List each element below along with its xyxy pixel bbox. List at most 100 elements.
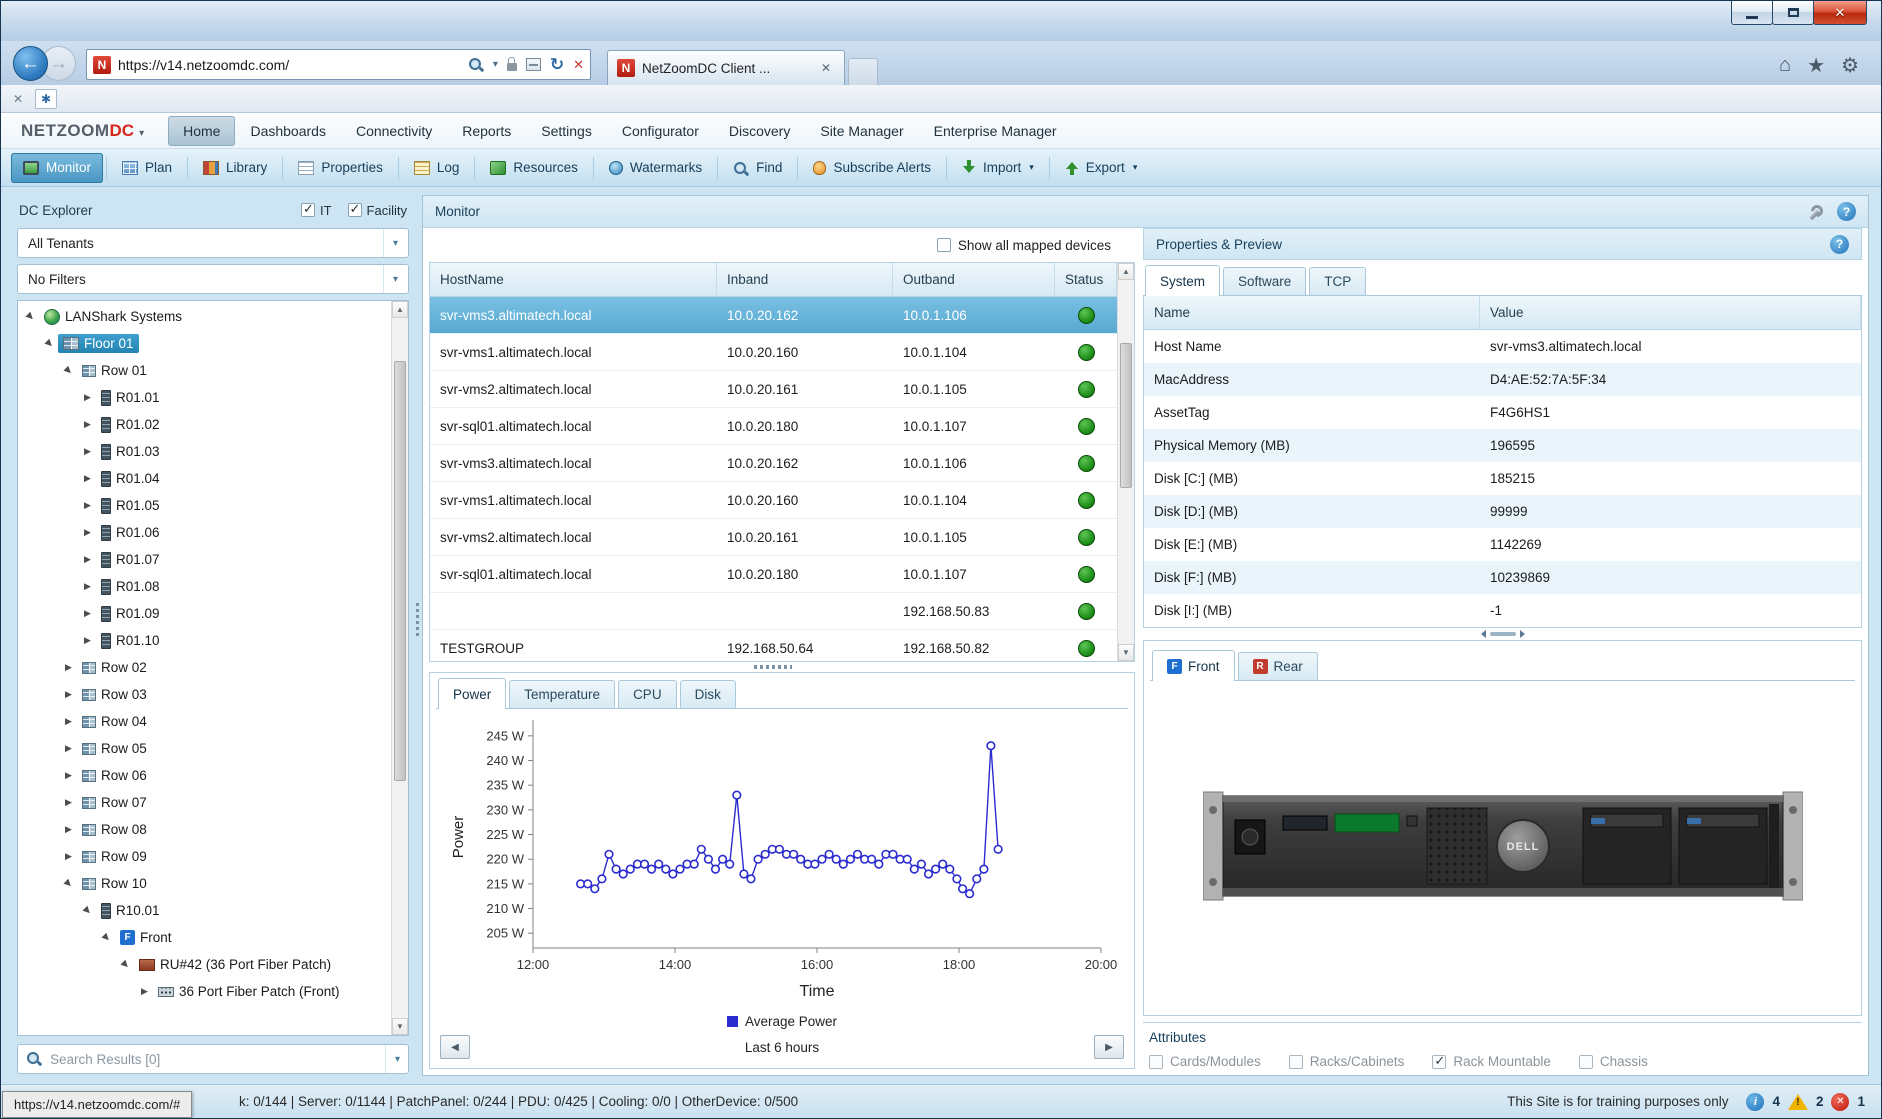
checkbox-icon[interactable] (1432, 1055, 1446, 1069)
tab-power[interactable]: Power (438, 678, 506, 709)
window-titlebar[interactable]: ✕ (1, 1, 1881, 41)
warning-icon[interactable]: ! (1788, 1093, 1808, 1111)
show-all-mapped-checkbox[interactable]: Show all mapped devices (937, 238, 1111, 253)
monitor-help-icon[interactable]: ? (1837, 202, 1856, 221)
tree-item-row-04[interactable]: ▶Row 04 (18, 708, 391, 735)
tree-item-r01-09[interactable]: ▶R01.09 (18, 600, 391, 627)
expanded-arrow-icon[interactable]: ▶ (59, 874, 79, 894)
chart-prev-button[interactable]: ◀ (440, 1035, 470, 1059)
menu-item-configurator[interactable]: Configurator (607, 116, 714, 146)
device-row-svr-vms1-altimatech-local[interactable]: svr-vms1.altimatech.local10.0.20.16010.0… (430, 334, 1117, 371)
property-row-disk-d-mb[interactable]: Disk [D:] (MB)99999 (1144, 495, 1861, 528)
chart-next-button[interactable]: ▶ (1094, 1035, 1124, 1059)
property-row-physical-memory-mb[interactable]: Physical Memory (MB)196595 (1144, 429, 1861, 462)
tree-item-r10-01[interactable]: ▶R10.01 (18, 897, 391, 924)
settings-gear-button[interactable]: ⚙ (1841, 53, 1859, 78)
scroll-up-icon[interactable]: ▲ (392, 301, 408, 318)
toolbar-button-export[interactable]: Export▾ (1053, 153, 1150, 183)
device-row-svr-sql01-altimatech-local[interactable]: svr-sql01.altimatech.local10.0.20.18010.… (430, 408, 1117, 445)
new-tab-button[interactable] (848, 58, 878, 85)
tab-tcp[interactable]: TCP (1309, 267, 1366, 295)
tab-close-button[interactable]: ✕ (817, 60, 835, 76)
device-table-scrollbar[interactable]: ▲ ▼ (1117, 263, 1134, 661)
menu-item-enterprise-manager[interactable]: Enterprise Manager (919, 116, 1072, 146)
favorites-star-button[interactable]: ★ (1807, 53, 1825, 78)
toolbar-button-resources[interactable]: Resources (478, 153, 590, 183)
scroll-down-icon[interactable]: ▼ (392, 1018, 408, 1035)
menu-item-connectivity[interactable]: Connectivity (341, 116, 447, 146)
tab-system[interactable]: System (1145, 265, 1220, 296)
tab-front[interactable]: FFront (1152, 650, 1235, 681)
collapsed-arrow-icon[interactable]: ▶ (60, 797, 77, 808)
tree-item-row-10[interactable]: ▶Row 10 (18, 870, 391, 897)
property-row-disk-f-mb[interactable]: Disk [F:] (MB)10239869 (1144, 561, 1861, 594)
collapsed-arrow-icon[interactable]: ▶ (79, 419, 96, 430)
splitter-grip[interactable] (754, 665, 792, 669)
tree-item-r01-04[interactable]: ▶R01.04 (18, 465, 391, 492)
tree-item-r01-08[interactable]: ▶R01.08 (18, 573, 391, 600)
addon-snowflake-icon[interactable]: ✱ (35, 89, 57, 109)
device-row-svr-vms3-altimatech-local[interactable]: svr-vms3.altimatech.local10.0.20.16210.0… (430, 297, 1117, 334)
attr-checkbox-rack-mountable[interactable]: Rack Mountable (1432, 1054, 1551, 1069)
column-header-outband[interactable]: Outband (893, 263, 1055, 296)
chevron-down-icon[interactable]: ▾ (383, 229, 398, 257)
collapsed-arrow-icon[interactable]: ▶ (60, 770, 77, 781)
collapsed-arrow-icon[interactable]: ▶ (79, 446, 96, 457)
it-checkbox-box[interactable] (301, 203, 315, 217)
tree-item-r01-02[interactable]: ▶R01.02 (18, 411, 391, 438)
collapsed-arrow-icon[interactable]: ▶ (60, 689, 77, 700)
window-maximize-button[interactable] (1772, 1, 1814, 25)
device-row-8[interactable]: 192.168.50.83 (430, 593, 1117, 630)
collapsed-arrow-icon[interactable]: ▶ (79, 608, 96, 619)
device-row-svr-sql01-altimatech-local[interactable]: svr-sql01.altimatech.local10.0.20.18010.… (430, 556, 1117, 593)
stop-button[interactable]: ✕ (573, 57, 584, 73)
tree-item-row-05[interactable]: ▶Row 05 (18, 735, 391, 762)
facility-checkbox-box[interactable] (348, 203, 362, 217)
center-right-splitter[interactable] (1135, 228, 1143, 1075)
error-icon[interactable]: ✕ (1831, 1093, 1849, 1111)
column-header-hostname[interactable]: HostName (430, 263, 717, 296)
window-minimize-button[interactable] (1731, 1, 1773, 25)
tree-item-ru-42-36-port-fiber-patch[interactable]: ▶RU#42 (36 Port Fiber Patch) (18, 951, 391, 978)
tree-item-front[interactable]: ▶FFront (18, 924, 391, 951)
expanded-arrow-icon[interactable]: ▶ (97, 928, 117, 948)
device-row-svr-vms2-altimatech-local[interactable]: svr-vms2.altimatech.local10.0.20.16110.0… (430, 519, 1117, 556)
collapsed-arrow-icon[interactable]: ▶ (79, 581, 96, 592)
toolbar-button-plan[interactable]: Plan (110, 153, 184, 183)
attr-checkbox-racks-cabinets[interactable]: Racks/Cabinets (1289, 1054, 1405, 1069)
property-row-macaddress[interactable]: MacAddressD4:AE:52:7A:5F:34 (1144, 363, 1861, 396)
collapsed-arrow-icon[interactable]: ▶ (79, 527, 96, 538)
checkbox-icon[interactable] (1149, 1055, 1163, 1069)
tree-item-r01-10[interactable]: ▶R01.10 (18, 627, 391, 654)
addon-close-icon[interactable]: ✕ (13, 92, 23, 106)
column-header-status[interactable]: Status (1055, 263, 1117, 296)
scroll-down-icon[interactable]: ▼ (1118, 644, 1134, 661)
it-checkbox[interactable]: IT (301, 203, 332, 218)
toolbar-button-subscribe-alerts[interactable]: Subscribe Alerts (801, 153, 943, 183)
search-box[interactable]: Search Results [0] ▾ (17, 1044, 409, 1074)
browser-tab[interactable]: N NetZoomDC Client ... ✕ (607, 50, 845, 85)
attr-checkbox-chassis[interactable]: Chassis (1579, 1054, 1648, 1069)
toolbar-button-watermarks[interactable]: Watermarks (597, 153, 714, 183)
menu-item-dashboards[interactable]: Dashboards (235, 116, 341, 146)
tab-cpu[interactable]: CPU (618, 680, 677, 708)
properties-preview-splitter[interactable] (1143, 628, 1862, 640)
tree-item-r01-06[interactable]: ▶R01.06 (18, 519, 391, 546)
properties-help-icon[interactable]: ? (1830, 235, 1849, 254)
collapsed-arrow-icon[interactable]: ▶ (79, 473, 96, 484)
tree-item-row-08[interactable]: ▶Row 08 (18, 816, 391, 843)
tree-scrollbar-thumb[interactable] (394, 361, 406, 781)
facility-checkbox[interactable]: Facility (348, 203, 407, 218)
info-icon[interactable]: i (1746, 1093, 1764, 1111)
chevron-down-icon[interactable]: ▾ (385, 1045, 400, 1073)
explorer-splitter[interactable] (413, 195, 422, 1076)
splitter-grip[interactable] (416, 600, 419, 636)
tab-rear[interactable]: RRear (1238, 652, 1318, 680)
url-text[interactable]: https://v14.netzoomdc.com/ (118, 57, 461, 73)
menu-item-settings[interactable]: Settings (526, 116, 607, 146)
window-close-button[interactable]: ✕ (1813, 1, 1867, 25)
refresh-button[interactable]: ↻ (550, 56, 564, 73)
tab-disk[interactable]: Disk (680, 680, 736, 708)
collapsed-arrow-icon[interactable]: ▶ (79, 635, 96, 646)
expanded-arrow-icon[interactable]: ▶ (40, 334, 60, 354)
